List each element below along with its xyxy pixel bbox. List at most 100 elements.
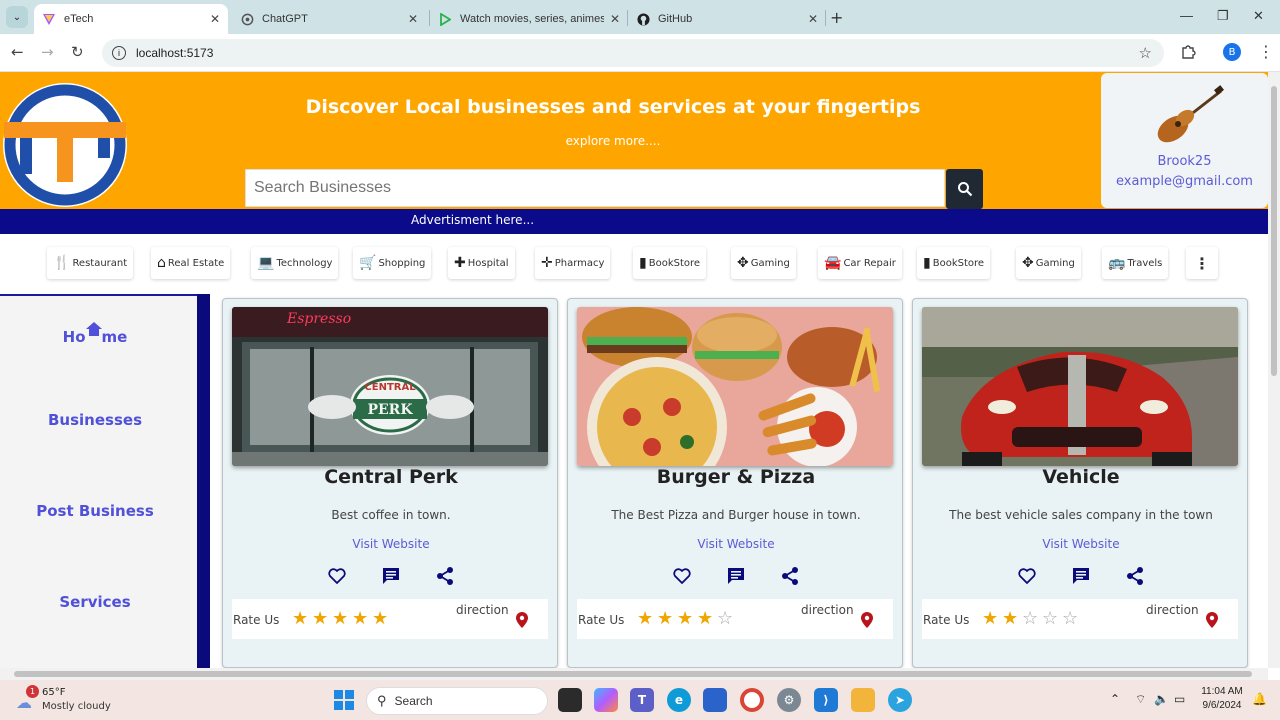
category-bookstore[interactable]: ▮ BookStore — [633, 247, 707, 279]
search-button[interactable] — [946, 169, 983, 209]
star-filled-icon[interactable]: ★ — [332, 609, 352, 629]
star-filled-icon[interactable]: ★ — [312, 609, 332, 629]
site-info-icon[interactable]: i — [112, 46, 126, 60]
vertical-scrollbar[interactable] — [1268, 72, 1280, 668]
star-rating[interactable]: ★ ★ ★ ★ ☆ — [637, 609, 737, 629]
category-technology[interactable]: 💻 Technology — [251, 247, 339, 279]
forward-arrow-icon[interactable]: → — [41, 43, 54, 61]
teams-icon[interactable]: T — [630, 688, 654, 712]
notification-bell-icon[interactable]: 🔔 — [1252, 692, 1267, 706]
category-gaming[interactable]: ✥ Gaming — [731, 247, 796, 279]
close-tab-icon[interactable]: ✕ — [408, 12, 418, 26]
star-empty-icon[interactable]: ☆ — [1062, 609, 1082, 629]
star-filled-icon[interactable]: ★ — [352, 609, 372, 629]
tab-search-button[interactable]: ⌄ — [6, 6, 28, 28]
volume-icon[interactable]: 🔈 — [1154, 692, 1169, 706]
weather-widget[interactable]: ☁ 1 65°F Mostly cloudy — [16, 685, 136, 717]
new-tab-button[interactable]: + — [830, 8, 843, 27]
visit-website-link[interactable]: Visit Website — [913, 537, 1247, 551]
map-pin-icon[interactable] — [1205, 611, 1219, 629]
share-icon[interactable] — [435, 566, 455, 586]
sidebar-item-post-business[interactable]: Post Business — [0, 502, 190, 520]
telegram-icon[interactable]: ➤ — [888, 688, 912, 712]
battery-icon[interactable]: ▭ — [1174, 692, 1185, 706]
star-filled-icon[interactable]: ★ — [657, 609, 677, 629]
tab-chatgpt[interactable]: ChatGPT ✕ — [232, 4, 426, 34]
star-rating[interactable]: ★ ★ ★ ★ ★ — [292, 609, 392, 629]
close-tab-icon[interactable]: ✕ — [210, 12, 220, 26]
store-icon[interactable] — [703, 688, 727, 712]
address-bar[interactable]: i localhost:5173 ☆ — [102, 39, 1164, 67]
search-input[interactable] — [246, 170, 944, 206]
sidebar-item-services[interactable]: Services — [0, 593, 190, 611]
windows-start-icon[interactable] — [334, 690, 354, 710]
map-pin-icon[interactable] — [515, 611, 529, 629]
settings-gear-icon[interactable]: ⚙ — [777, 688, 801, 712]
category-bookstore[interactable]: ▮ BookStore — [917, 247, 991, 279]
star-filled-icon[interactable]: ★ — [1002, 609, 1022, 629]
user-profile-card[interactable]: Brook25 example@gmail.com — [1101, 73, 1268, 208]
car-photo[interactable] — [922, 307, 1238, 466]
profile-avatar[interactable]: B — [1223, 43, 1241, 61]
cafe-photo[interactable]: Espresso CENTRAL PERK — [232, 307, 548, 466]
tab-github[interactable]: GitHub ✕ — [628, 4, 826, 34]
minimize-icon[interactable]: — — [1180, 8, 1193, 23]
edge-icon[interactable]: e — [667, 688, 691, 712]
comment-icon[interactable] — [381, 566, 401, 586]
task-view-icon[interactable] — [558, 688, 582, 712]
star-filled-icon[interactable]: ★ — [372, 609, 392, 629]
taskbar-search[interactable]: ⚲ Search — [366, 687, 548, 715]
star-filled-icon[interactable]: ★ — [637, 609, 657, 629]
star-filled-icon[interactable]: ★ — [982, 609, 1002, 629]
tab-etech[interactable]: eTech ✕ — [34, 4, 228, 34]
star-filled-icon[interactable]: ★ — [677, 609, 697, 629]
comment-icon[interactable] — [726, 566, 746, 586]
category-travels[interactable]: 🚌 Travels — [1102, 247, 1169, 279]
close-tab-icon[interactable]: ✕ — [610, 12, 620, 26]
category-hospital[interactable]: ✚ Hospital — [448, 247, 515, 279]
copilot-icon[interactable] — [594, 688, 618, 712]
visit-website-link[interactable]: Visit Website — [568, 537, 902, 551]
star-empty-icon[interactable]: ☆ — [717, 609, 737, 629]
sidebar-item-home[interactable]: Ho me — [0, 322, 190, 346]
category-car-repair[interactable]: 🚘 Car Repair — [818, 247, 902, 279]
file-explorer-icon[interactable] — [851, 688, 875, 712]
browser-menu-icon[interactable]: ⋮ — [1258, 42, 1274, 61]
tray-chevron-icon[interactable]: ⌃ — [1110, 692, 1120, 706]
category-restaurant[interactable]: 🍴 Restaurant — [47, 247, 134, 279]
category-gaming[interactable]: ✥ Gaming — [1016, 247, 1081, 279]
back-arrow-icon[interactable]: ← — [11, 43, 24, 61]
share-icon[interactable] — [780, 566, 800, 586]
reload-icon[interactable]: ↻ — [71, 43, 84, 61]
category-shopping[interactable]: 🛒 Shopping — [353, 247, 432, 279]
horizontal-scrollbar[interactable] — [0, 668, 1268, 680]
category-real-estate[interactable]: ⌂ Real Estate — [151, 247, 231, 279]
chrome-icon[interactable] — [740, 688, 764, 712]
sidebar-item-businesses[interactable]: Businesses — [0, 411, 190, 429]
explore-more-link[interactable]: explore more.... — [0, 134, 1226, 148]
bookmark-star-icon[interactable]: ☆ — [1139, 44, 1152, 62]
star-filled-icon[interactable]: ★ — [697, 609, 717, 629]
system-clock[interactable]: 11:04 AM 9/6/2024 — [1198, 685, 1246, 713]
extensions-puzzle-icon[interactable] — [1180, 43, 1196, 63]
map-pin-icon[interactable] — [860, 611, 874, 629]
share-icon[interactable] — [1125, 566, 1145, 586]
scroll-thumb[interactable] — [1271, 86, 1277, 376]
restore-icon[interactable]: ❐ — [1217, 8, 1229, 24]
close-window-icon[interactable]: ✕ — [1253, 8, 1264, 24]
star-empty-icon[interactable]: ☆ — [1042, 609, 1062, 629]
star-rating[interactable]: ★ ★ ☆ ☆ ☆ — [982, 609, 1082, 629]
wifi-icon[interactable]: ⌔ — [1135, 692, 1146, 707]
heart-icon[interactable] — [327, 566, 347, 586]
food-photo[interactable] — [577, 307, 893, 466]
star-empty-icon[interactable]: ☆ — [1022, 609, 1042, 629]
search-field[interactable] — [245, 169, 945, 207]
tab-movies[interactable]: Watch movies, series, animes on ✕ — [430, 4, 628, 34]
heart-icon[interactable] — [1017, 566, 1037, 586]
category-pharmacy[interactable]: ✛ Pharmacy — [535, 247, 611, 279]
scroll-thumb[interactable] — [14, 671, 1252, 677]
star-filled-icon[interactable]: ★ — [292, 609, 312, 629]
close-tab-icon[interactable]: ✕ — [808, 12, 818, 26]
heart-icon[interactable] — [672, 566, 692, 586]
more-categories-button[interactable]: ⋮ — [1186, 247, 1218, 279]
